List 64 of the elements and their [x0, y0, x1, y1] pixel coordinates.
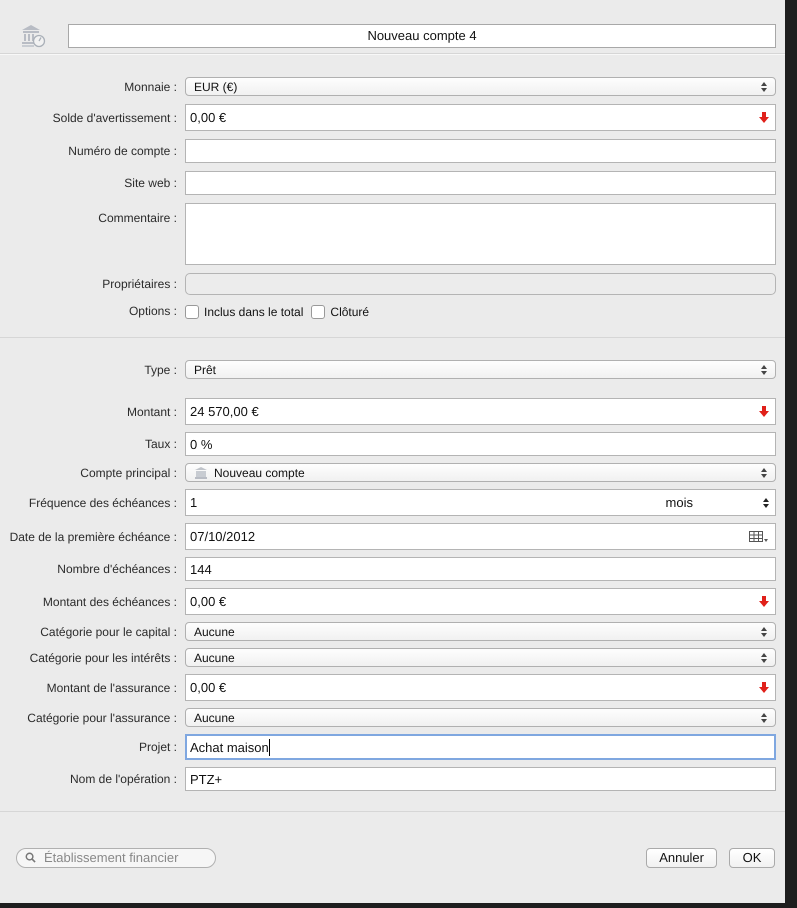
stepper-arrows-icon: [761, 626, 767, 636]
checkbox-label: Inclus dans le total: [204, 305, 304, 319]
dropdown[interactable]: Prêt: [185, 360, 776, 379]
dropdown[interactable]: Aucune: [185, 648, 776, 667]
text-field[interactable]: 0 %: [185, 432, 776, 456]
stepper-arrows-icon: [761, 652, 767, 662]
down-arrow-icon: [759, 682, 769, 693]
search-icon: [25, 852, 36, 863]
date-field[interactable]: 07/10/2012: [185, 523, 776, 550]
comment-field[interactable]: [185, 203, 776, 265]
checkbox[interactable]: [311, 305, 326, 319]
field-label: Montant de l'assurance :: [46, 680, 178, 694]
field-label: Date de la première échéance :: [8, 530, 178, 544]
dropdown[interactable]: EUR (€): [185, 77, 776, 96]
field-label: Compte principal :: [79, 466, 178, 480]
checkbox-label: Clôturé: [330, 305, 370, 319]
text-field[interactable]: 144: [185, 557, 776, 581]
field-label: Catégorie pour l'assurance :: [26, 710, 178, 724]
field-label: Propriétaires :: [101, 277, 178, 291]
frequency-field[interactable]: 1 mois: [185, 489, 776, 516]
field-label: Type :: [143, 362, 178, 376]
down-arrow-icon: [759, 112, 769, 123]
dialog-button[interactable]: OK: [729, 848, 775, 868]
search-field[interactable]: Établissement financier: [16, 848, 216, 868]
field-label: Nom de l'opération :: [68, 772, 178, 786]
calendar-icon: [749, 530, 769, 542]
field-label: Montant :: [126, 404, 178, 418]
field-label: Commentaire :: [97, 210, 178, 225]
checkbox[interactable]: [185, 305, 199, 319]
field-label: Taux :: [144, 437, 178, 451]
field-label: Solde d'avertissement :: [52, 110, 178, 124]
field-label: Monnaie :: [123, 80, 178, 94]
field-label: Catégorie pour les intérêts :: [28, 650, 178, 664]
text-field[interactable]: Achat maison: [185, 734, 776, 760]
amount-field[interactable]: 0,00 €: [185, 104, 776, 131]
account-name-field[interactable]: Nouveau compte 4: [68, 24, 776, 48]
bank-icon: [20, 22, 46, 48]
dialog-button[interactable]: Annuler: [646, 848, 717, 868]
dropdown[interactable]: Aucune: [185, 708, 776, 727]
bank-icon: [194, 466, 208, 480]
text-field[interactable]: PTZ+: [185, 767, 776, 791]
field-label: Projet :: [138, 740, 178, 754]
dropdown[interactable]: Nouveau compte: [185, 463, 776, 482]
field-label: Site web :: [123, 176, 178, 190]
dropdown[interactable]: Aucune: [185, 622, 776, 641]
field-label: Nombre d'échéances :: [56, 562, 178, 576]
text-field[interactable]: [185, 171, 776, 195]
stepper-arrows-icon: [761, 82, 767, 92]
amount-field[interactable]: 0,00 €: [185, 588, 776, 615]
stepper-arrows-icon: [761, 364, 767, 374]
field-label: Fréquence des échéances :: [28, 496, 178, 510]
down-arrow-icon: [759, 406, 769, 417]
stepper-arrows-icon: [763, 498, 769, 508]
field-label: Numéro de compte :: [67, 144, 178, 158]
amount-field[interactable]: 0,00 €: [185, 674, 776, 701]
field-label: Catégorie pour le capital :: [39, 624, 178, 638]
text-field[interactable]: [185, 139, 776, 163]
down-arrow-icon: [759, 596, 769, 607]
owners-field[interactable]: [185, 273, 776, 295]
stepper-arrows-icon: [761, 712, 767, 722]
field-label: Montant des échéances :: [42, 594, 178, 608]
field-label: Options :: [128, 304, 178, 318]
amount-field[interactable]: 24 570,00 €: [185, 398, 776, 425]
stepper-arrows-icon: [761, 468, 767, 478]
